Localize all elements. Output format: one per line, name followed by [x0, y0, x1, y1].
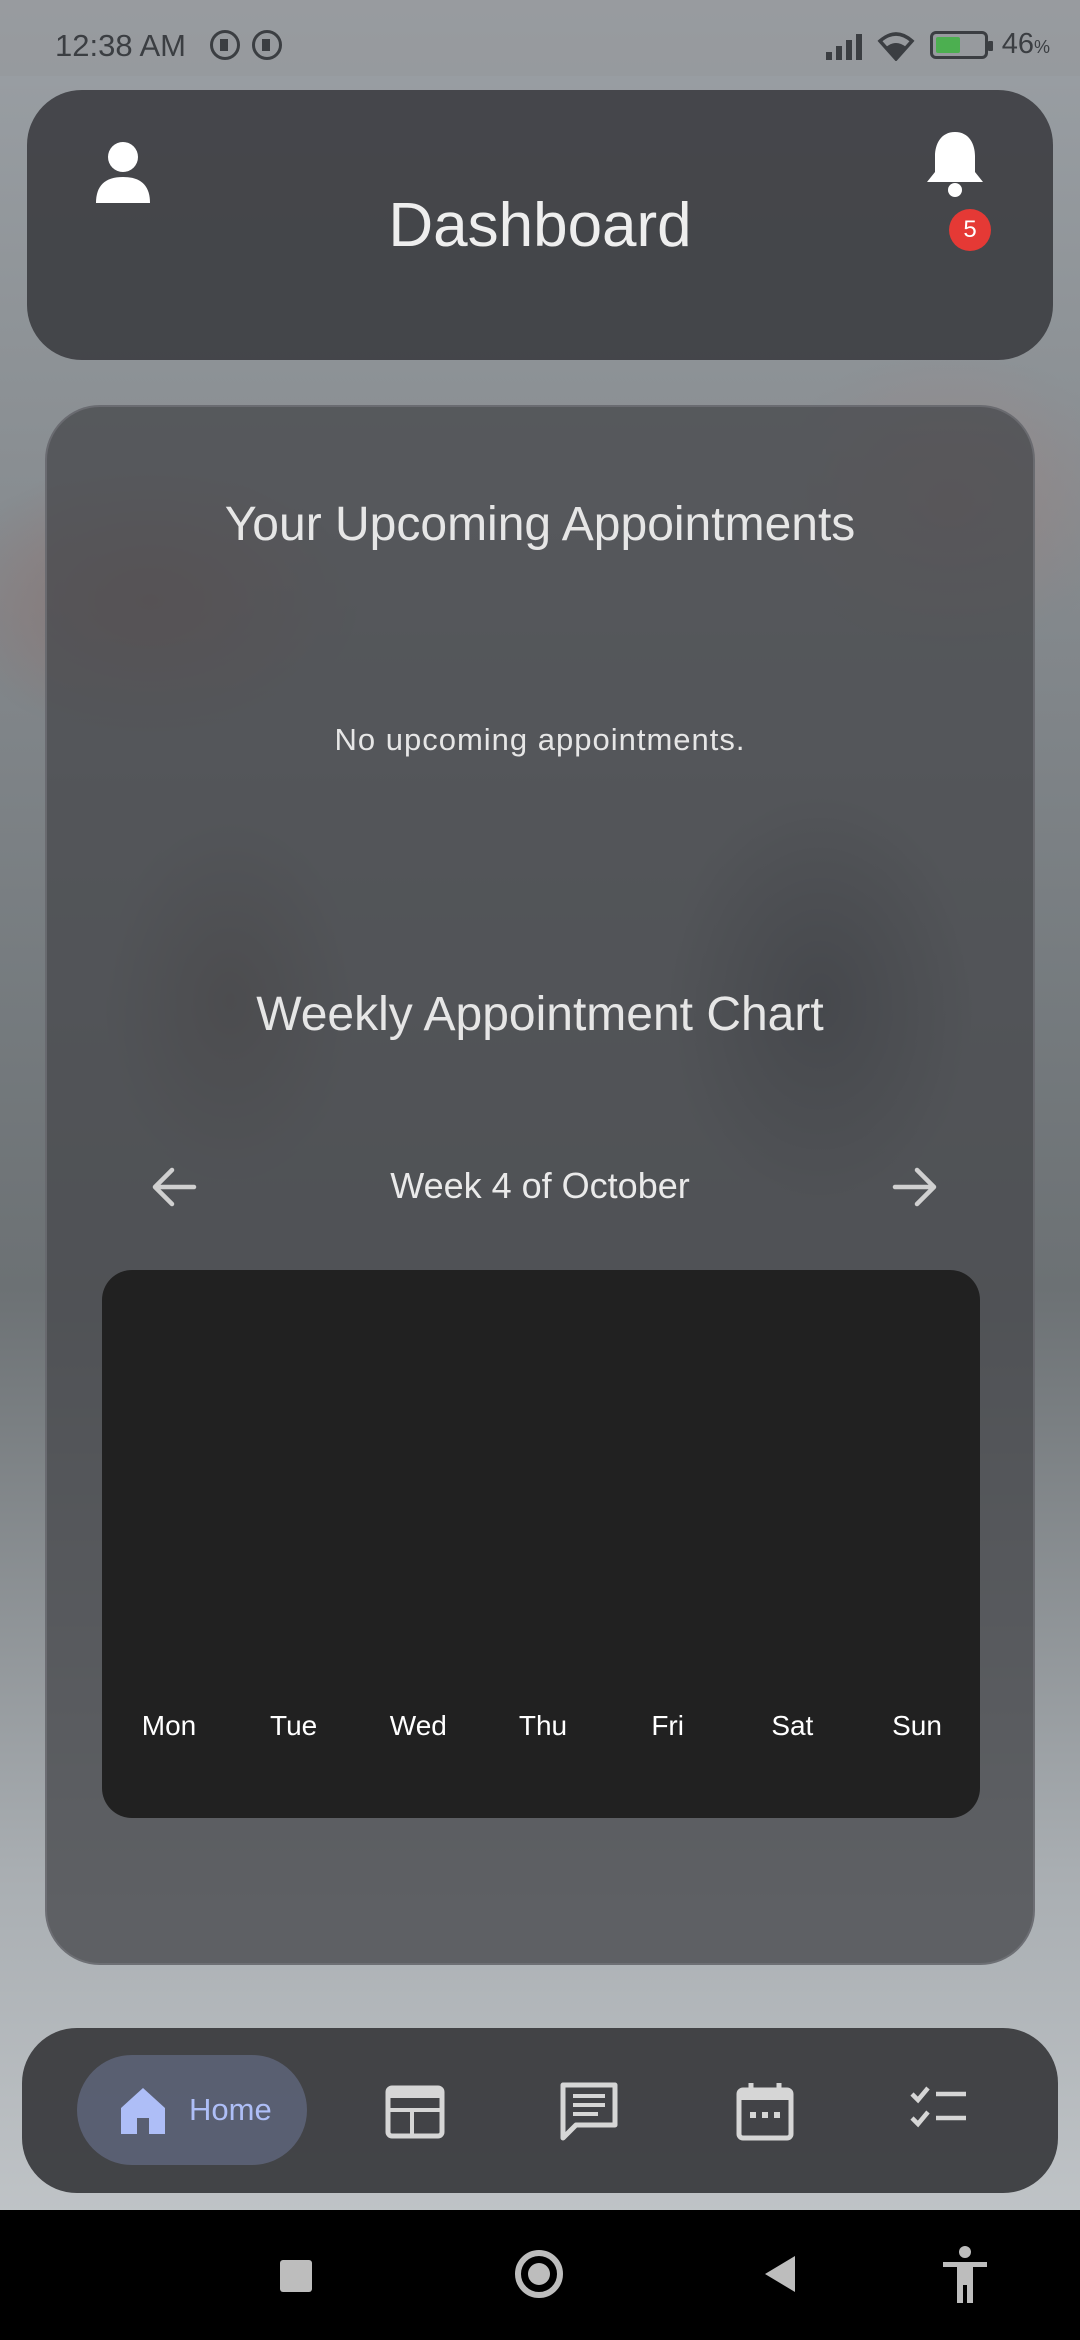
- notification-bell-icon[interactable]: [915, 120, 995, 200]
- chart-x-tick-fri: Fri: [651, 1710, 684, 1741]
- calendar-icon[interactable]: [734, 2080, 796, 2142]
- chart-title: Weekly Appointment Chart: [256, 988, 824, 1041]
- chart-x-tick-sun: Sun: [892, 1710, 942, 1741]
- status-app-icons: [210, 30, 282, 60]
- next-week-arrow-icon[interactable]: [885, 1157, 945, 1217]
- system-navigation-bar: [0, 2210, 1080, 2340]
- weekly-appointment-chart: Mon Tue Wed Thu Fri Sat Sun: [102, 1270, 980, 1818]
- bottom-navigation: Home: [22, 2028, 1058, 2193]
- status-bar: 12:38 AM 46%: [0, 0, 1080, 76]
- wifi-icon: [877, 31, 915, 61]
- app-header: Dashboard: [27, 90, 1053, 360]
- chart-svg: Mon Tue Wed Thu Fri Sat Sun: [142, 1710, 942, 1741]
- profile-icon[interactable]: [83, 125, 163, 205]
- news-icon[interactable]: [384, 2080, 446, 2142]
- status-right: 46%: [825, 28, 1050, 61]
- chart-x-tick-wed: Wed: [390, 1710, 447, 1741]
- battery-icon: [929, 30, 993, 59]
- chat-icon[interactable]: [558, 2080, 620, 2142]
- system-home-button[interactable]: [515, 2250, 563, 2298]
- nav-home-tab[interactable]: Home: [77, 2055, 307, 2165]
- chart-x-tick-mon: Mon: [142, 1710, 196, 1741]
- accessibility-icon[interactable]: [940, 2245, 990, 2305]
- signal-icon: [825, 30, 862, 60]
- nav-home-label: Home: [189, 2092, 272, 2127]
- app-notification-icon: [210, 30, 240, 60]
- recents-button[interactable]: [280, 2260, 312, 2292]
- chart-x-tick-tue: Tue: [270, 1710, 317, 1741]
- system-back-button[interactable]: [765, 2256, 795, 2292]
- empty-appointments-message: No upcoming appointments.: [334, 722, 746, 757]
- battery-percent: 46%: [1001, 28, 1050, 60]
- home-icon: [121, 2088, 165, 2134]
- page-title: Dashboard: [388, 190, 692, 260]
- status-time: 12:38 AM: [55, 28, 186, 63]
- notification-badge: 5: [949, 209, 991, 251]
- week-navigator: Week 4 of October: [47, 1147, 1033, 1227]
- chart-x-tick-sat: Sat: [771, 1710, 813, 1741]
- dashboard-card: Your Upcoming Appointments No upcoming a…: [45, 405, 1035, 1965]
- checklist-icon[interactable]: [908, 2080, 970, 2142]
- chart-x-tick-thu: Thu: [519, 1710, 567, 1741]
- app-notification-icon: [252, 30, 282, 60]
- appointments-title: Your Upcoming Appointments: [224, 498, 856, 551]
